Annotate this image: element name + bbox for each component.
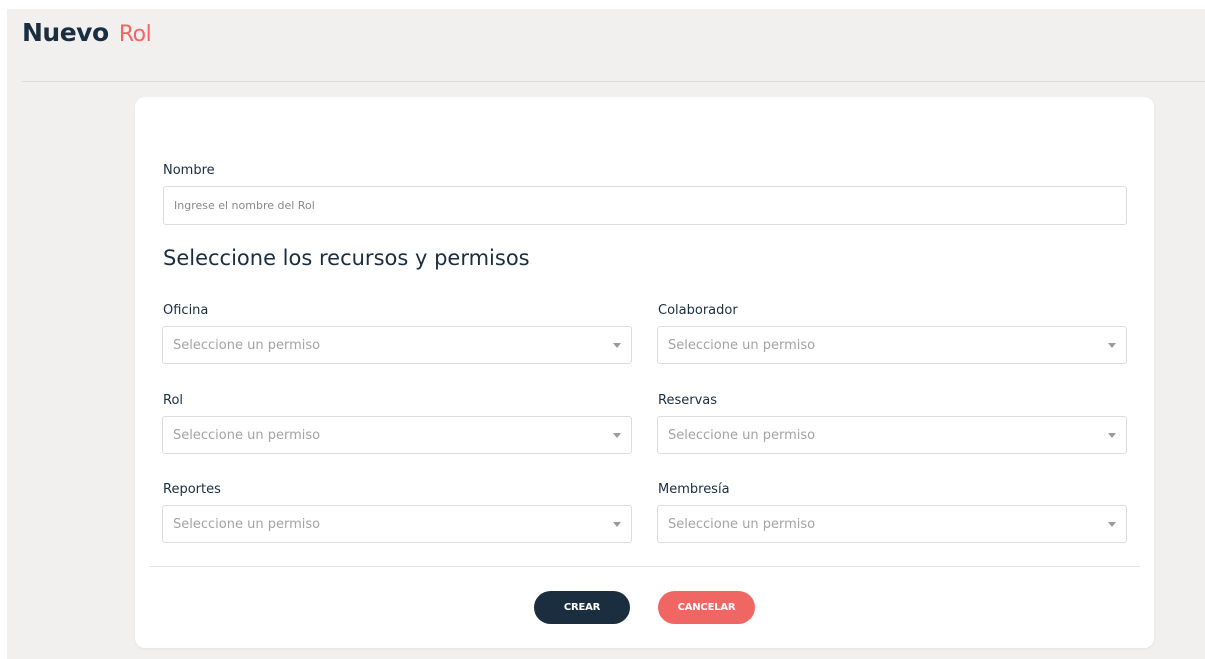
- membresia-label: Membresía: [658, 482, 730, 497]
- actions-divider: [149, 566, 1140, 567]
- chevron-down-icon: [1108, 521, 1116, 527]
- rol-label: Rol: [163, 393, 184, 408]
- name-label: Nombre: [163, 163, 215, 178]
- cancel-button[interactable]: CANCELAR: [658, 591, 755, 624]
- membresia-permission-select[interactable]: Seleccione un permiso: [657, 505, 1127, 543]
- reportes-permission-select[interactable]: Seleccione un permiso: [162, 505, 632, 543]
- chevron-down-icon: [1108, 432, 1116, 438]
- oficina-permission-select[interactable]: Seleccione un permiso: [162, 326, 632, 364]
- oficina-label: Oficina: [163, 303, 209, 318]
- colaborador-select-placeholder: Seleccione un permiso: [668, 337, 816, 353]
- header-divider: [22, 81, 1205, 82]
- colaborador-permission-select[interactable]: Seleccione un permiso: [657, 326, 1127, 364]
- reportes-select-placeholder: Seleccione un permiso: [173, 516, 321, 532]
- chevron-down-icon: [613, 432, 621, 438]
- reservas-select-placeholder: Seleccione un permiso: [668, 427, 816, 443]
- page-title-main: Nuevo: [22, 18, 109, 47]
- colaborador-label: Colaborador: [658, 303, 738, 318]
- page-title: Nuevo Rol: [22, 18, 152, 47]
- role-name-input[interactable]: [163, 186, 1127, 225]
- reservas-label: Reservas: [658, 393, 717, 408]
- chevron-down-icon: [613, 521, 621, 527]
- reservas-permission-select[interactable]: Seleccione un permiso: [657, 416, 1127, 454]
- oficina-select-placeholder: Seleccione un permiso: [173, 337, 321, 353]
- section-heading: Seleccione los recursos y permisos: [163, 246, 530, 270]
- page-title-accent: Rol: [118, 22, 152, 47]
- rol-permission-select[interactable]: Seleccione un permiso: [162, 416, 632, 454]
- chevron-down-icon: [1108, 342, 1116, 348]
- reportes-label: Reportes: [163, 482, 221, 497]
- create-button[interactable]: CREAR: [534, 591, 630, 624]
- chevron-down-icon: [613, 342, 621, 348]
- rol-select-placeholder: Seleccione un permiso: [173, 427, 321, 443]
- membresia-select-placeholder: Seleccione un permiso: [668, 516, 816, 532]
